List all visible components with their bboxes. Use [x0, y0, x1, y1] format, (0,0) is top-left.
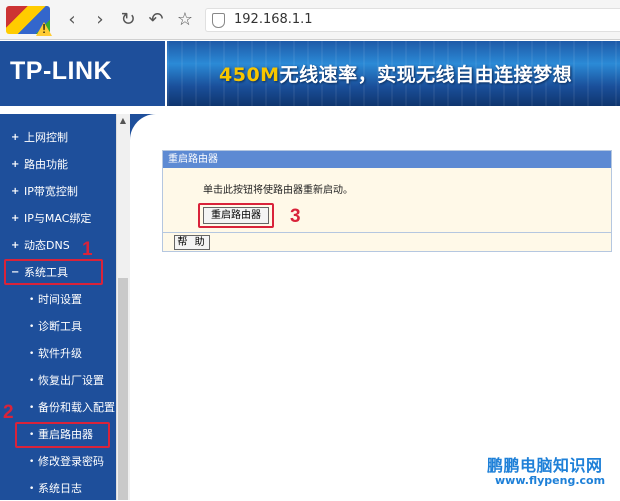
- sidebar-item-system-log[interactable]: 系统日志: [0, 477, 116, 501]
- sidebar-item-label: 动态DNS: [24, 239, 70, 252]
- sidebar-item-time-settings[interactable]: 时间设置: [0, 288, 116, 312]
- star-icon[interactable]: ☆: [173, 8, 197, 32]
- scrollbar-thumb[interactable]: [118, 278, 128, 500]
- sidebar-item-bandwidth[interactable]: IP带宽控制: [0, 180, 116, 204]
- warning-icon: !: [36, 22, 52, 36]
- header-banner: 450M无线速率，实现无线自由连接梦想: [165, 41, 620, 106]
- undo-icon[interactable]: ↶: [144, 8, 168, 32]
- help-button[interactable]: 帮 助: [174, 235, 210, 250]
- sidebar-item-backup-restore[interactable]: 备份和载入配置: [0, 396, 116, 420]
- panel-footer: 帮 助: [163, 232, 611, 251]
- sidebar-item-access-control[interactable]: 上网控制: [0, 126, 116, 150]
- tab-favicon[interactable]: !: [6, 6, 52, 36]
- router-header: TP-LINK 450M无线速率，实现无线自由连接梦想: [0, 41, 620, 106]
- annotation-step-1: 1: [82, 239, 93, 260]
- header-slogan: 450M无线速率，实现无线自由连接梦想: [219, 60, 572, 87]
- slogan-highlight: 450M: [219, 64, 280, 86]
- sidebar-item-ip-mac-binding[interactable]: IP与MAC绑定: [0, 207, 116, 231]
- sidebar-item-label: 路由功能: [24, 158, 68, 171]
- shield-icon: [212, 13, 225, 28]
- forward-icon[interactable]: ›: [88, 8, 112, 32]
- annotation-box-reboot-menu: [15, 422, 110, 448]
- sidebar-item-label: 上网控制: [24, 131, 68, 144]
- annotation-box-reboot-button: [198, 203, 274, 228]
- address-url: 192.168.1.1: [234, 12, 313, 27]
- watermark-url: www.flypeng.com: [495, 474, 606, 487]
- reload-icon[interactable]: ↻: [116, 8, 140, 32]
- sidebar-item-diagnostics[interactable]: 诊断工具: [0, 315, 116, 339]
- annotation-step-3: 3: [290, 206, 301, 227]
- sidebar-item-factory-reset[interactable]: 恢复出厂设置: [0, 369, 116, 393]
- slogan-text: 无线速率，实现无线自由连接梦想: [279, 64, 573, 86]
- address-bar[interactable]: 192.168.1.1: [205, 8, 620, 32]
- scroll-up-icon[interactable]: ▲: [116, 114, 130, 128]
- back-icon[interactable]: ‹: [60, 8, 84, 32]
- reboot-description: 单击此按钮将使路由器重新启动。: [203, 185, 353, 196]
- panel-title: 重启路由器: [163, 151, 611, 168]
- header-separator: [0, 106, 620, 114]
- reboot-panel: 重启路由器 单击此按钮将使路由器重新启动。 重启路由器 帮 助: [162, 150, 612, 252]
- sidebar-item-change-password[interactable]: 修改登录密码: [0, 450, 116, 474]
- annotation-step-2: 2: [3, 402, 14, 423]
- sidebar-item-ddns[interactable]: 动态DNS: [0, 234, 116, 258]
- sidebar-item-label: IP与MAC绑定: [24, 212, 92, 225]
- sidebar-item-routing[interactable]: 路由功能: [0, 153, 116, 177]
- tplink-logo: TP-LINK: [10, 57, 113, 85]
- browser-toolbar: ! ‹ › ↻ ↶ ☆ 192.168.1.1: [0, 0, 620, 40]
- content-corner: [130, 114, 160, 144]
- sidebar-item-firmware-upgrade[interactable]: 软件升级: [0, 342, 116, 366]
- watermark-title: 鹏鹏电脑知识网: [487, 456, 603, 475]
- sidebar-item-label: IP带宽控制: [24, 185, 78, 198]
- annotation-box-system-tools: [4, 259, 103, 285]
